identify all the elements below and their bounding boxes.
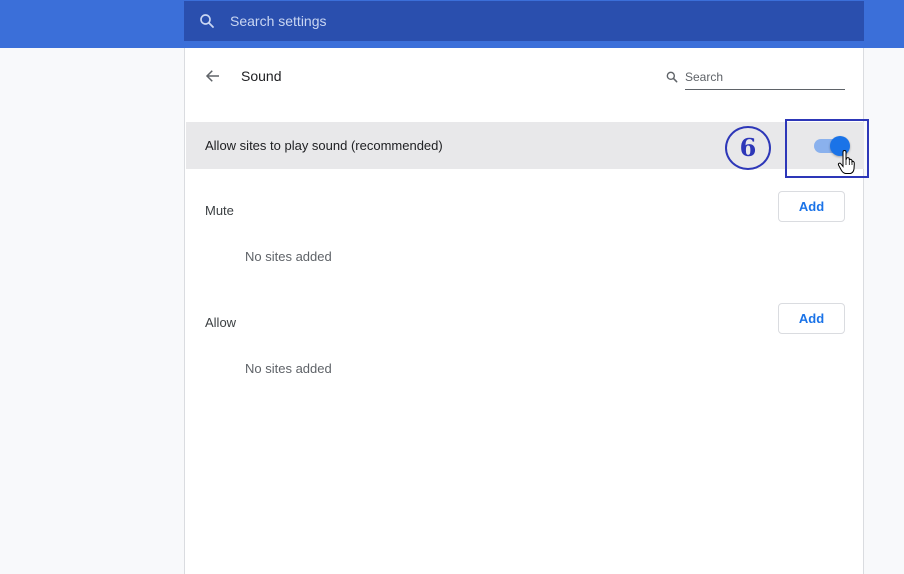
sound-search[interactable]: Search <box>665 66 845 90</box>
arrow-left-icon[interactable] <box>204 67 222 85</box>
settings-search-bar[interactable]: Search settings <box>184 1 864 41</box>
mute-add-button[interactable]: Add <box>778 191 845 222</box>
allow-section-title: Allow <box>205 315 237 330</box>
left-background <box>0 48 184 574</box>
mute-empty-text: No sites added <box>245 249 332 264</box>
hand-cursor-icon <box>837 150 855 174</box>
allow-sound-label: Allow sites to play sound (recommended) <box>205 138 443 153</box>
allow-empty-text: No sites added <box>245 361 332 376</box>
search-icon <box>666 71 678 83</box>
settings-search-placeholder: Search settings <box>230 13 327 29</box>
top-header: Search settings <box>0 0 904 48</box>
sound-search-input[interactable]: Search <box>685 66 845 90</box>
mute-section-title: Mute <box>205 203 234 218</box>
search-icon <box>200 14 214 28</box>
step-number-badge: 6 <box>725 126 771 170</box>
sound-settings-card: Sound Search Allow sites to play sound (… <box>184 48 869 574</box>
right-background <box>864 48 904 574</box>
page-title: Sound <box>241 68 282 84</box>
allow-add-button[interactable]: Add <box>778 303 845 334</box>
